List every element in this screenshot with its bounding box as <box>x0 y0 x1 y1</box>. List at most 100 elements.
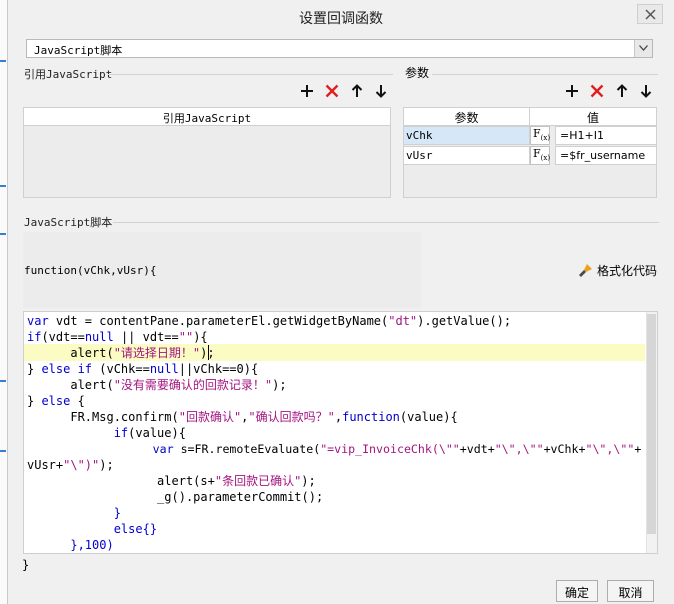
format-code-button[interactable]: 格式化代码 <box>578 262 657 279</box>
code-line: if(value){ <box>27 425 186 441</box>
chevron-down-icon <box>639 45 648 51</box>
code-token: (vdt== <box>41 330 85 344</box>
code-token: +vChk+ <box>543 442 586 456</box>
close-button[interactable] <box>637 4 663 24</box>
code-token: var <box>27 314 49 328</box>
params-header-name: 参数 <box>403 107 530 126</box>
code-token: FR.Msg.confirm( <box>27 410 179 424</box>
code-token: "=vip_InvoiceChk(\"" <box>320 442 460 456</box>
code-line: _g().parameterCommit(); <box>27 489 323 505</box>
code-line: vUsr+"\")"); <box>27 457 114 473</box>
code-token: alert( <box>27 378 114 392</box>
code-token: "\",\"" <box>585 442 635 456</box>
function-signature: function(vChk,vUsr){ <box>24 264 157 277</box>
code-token: vUsr+ <box>27 458 64 472</box>
code-token: } <box>27 506 121 520</box>
code-token: "条回款已确认" <box>214 474 302 488</box>
section-divider <box>108 74 393 75</box>
code-token: else if <box>41 362 93 376</box>
editor-scrollbar-thumb[interactable] <box>647 314 656 534</box>
text-caret <box>208 345 209 360</box>
script-type-select[interactable]: JavaScript脚本 <box>26 39 653 58</box>
background-app-mark <box>0 233 6 235</box>
delete-icon[interactable] <box>589 83 605 99</box>
code-token: "\",\"" <box>494 442 544 456</box>
section-divider <box>432 74 658 75</box>
background-app-edge <box>0 0 8 604</box>
code-line: } else if (vChk==null||vChk==0){ <box>27 361 258 377</box>
code-token: ); <box>99 458 114 472</box>
code-line: } else { <box>27 393 85 409</box>
function-closing-brace: } <box>22 558 30 572</box>
code-token: "" <box>178 330 194 344</box>
code-token: "回款确认" <box>178 410 242 424</box>
code-token: } <box>27 394 42 408</box>
params-label: 参数 <box>405 66 430 80</box>
code-line: },100) <box>27 537 114 553</box>
formula-button[interactable]: F(x) <box>530 126 550 145</box>
cancel-button[interactable]: 取消 <box>607 580 654 602</box>
arrow-up-icon[interactable] <box>614 83 630 99</box>
code-token: "请选择日期！" <box>113 346 201 360</box>
code-token: "确认回款吗？" <box>248 410 335 424</box>
arrow-up-icon[interactable] <box>349 83 365 99</box>
code-token: else <box>41 394 71 408</box>
background-app-mark <box>0 60 6 62</box>
code-token: ){ <box>193 330 208 344</box>
add-icon[interactable] <box>299 83 315 99</box>
code-token: ); <box>272 378 287 392</box>
code-token: ||vChk==0){ <box>178 362 259 376</box>
code-line: var vdt = contentPane.parameterEl.getWid… <box>27 313 511 329</box>
select-arrow-button[interactable] <box>634 40 652 57</box>
code-line: if(vdt==null || vdt==""){ <box>27 329 208 345</box>
arrow-down-icon[interactable] <box>373 83 389 99</box>
code-token: },100) <box>27 538 114 552</box>
param-value-field[interactable]: =$fr_username <box>555 146 657 165</box>
code-token: ); <box>301 474 316 488</box>
delete-icon[interactable] <box>324 83 340 99</box>
param-name-cell[interactable]: vChk <box>403 126 530 145</box>
code-token: s=FR.remoteEvaluate( <box>173 442 321 456</box>
code-token: "没有需要确认的回款记录！" <box>113 378 273 392</box>
code-line: FR.Msg.confirm("回款确认","确认回款吗？",function(… <box>27 409 458 425</box>
formula-label: F <box>533 147 541 160</box>
close-icon <box>645 9 656 20</box>
code-token: {} <box>142 522 158 536</box>
code-token: , <box>334 410 343 424</box>
arrow-down-icon[interactable] <box>638 83 654 99</box>
add-icon[interactable] <box>564 83 580 99</box>
code-line: var s=FR.remoteEvaluate("=vip_InvoiceChk… <box>27 441 642 457</box>
code-token: + <box>634 442 642 456</box>
code-token: "\")" <box>63 458 100 472</box>
code-token: vdt = contentPane.parameterEl.getWidgetB… <box>48 314 389 328</box>
ok-button[interactable]: 确定 <box>556 580 598 602</box>
format-code-label: 格式化代码 <box>597 264 658 278</box>
code-token: alert(s+ <box>27 474 215 488</box>
background-app-mark <box>0 185 6 187</box>
formula-label: F <box>533 127 541 140</box>
background-app-mark <box>0 380 6 382</box>
ref-js-label: 引用JavaScript <box>24 68 113 81</box>
code-line: alert("请选择日期！"); <box>27 345 214 361</box>
code-token: (vChk== <box>92 362 150 376</box>
param-value-field[interactable]: =H1+I1 <box>555 126 657 145</box>
params-header-value: 值 <box>529 107 657 126</box>
formula-button[interactable]: F(x) <box>530 146 550 165</box>
code-line: alert("没有需要确认的回款记录！"); <box>27 377 287 393</box>
code-token: function <box>342 410 400 424</box>
code-token: alert( <box>27 346 114 360</box>
code-line: else{} <box>27 521 157 537</box>
dialog-title: 设置回调函数 <box>299 11 383 27</box>
code-token: (value){ <box>399 410 458 424</box>
code-token: if <box>27 330 42 344</box>
param-name-cell[interactable]: vUsr <box>403 146 530 165</box>
code-token: ).getValue(); <box>417 314 512 328</box>
formula-sub: (x) <box>540 154 551 163</box>
code-token: "dt" <box>388 314 418 328</box>
code-line: alert(s+"条回款已确认"); <box>27 473 316 489</box>
code-token: _g().parameterCommit(); <box>27 490 324 504</box>
code-token: || vdt== <box>113 330 179 344</box>
